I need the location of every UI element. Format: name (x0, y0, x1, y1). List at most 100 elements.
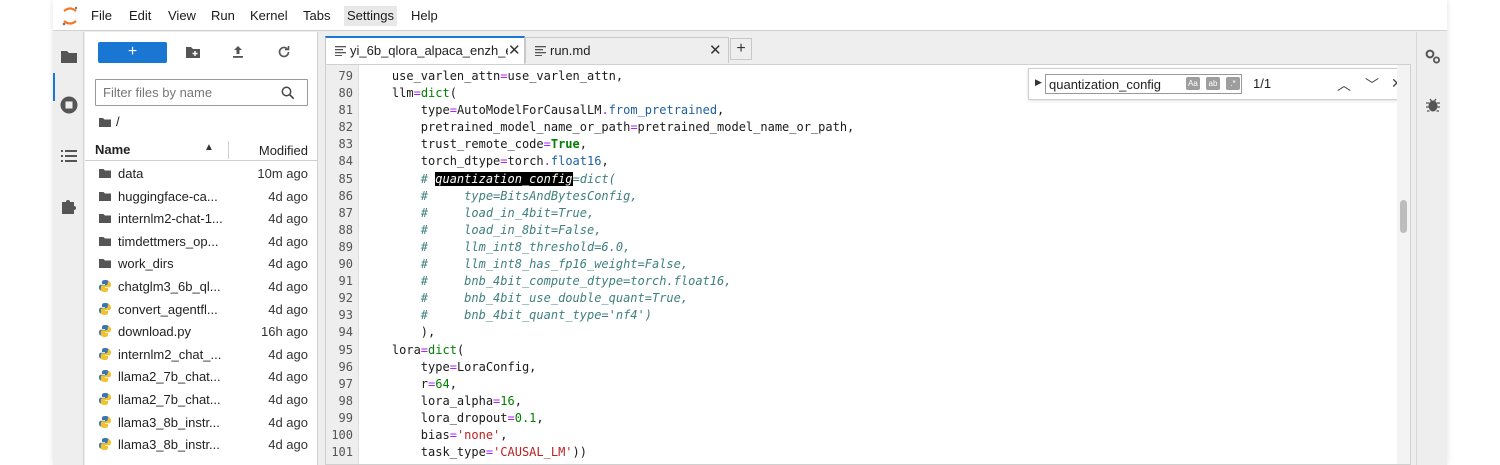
tab-label: yi_6b_qlora_alpaca_enzh_e (350, 43, 508, 58)
next-match-icon[interactable]: ﹀ (1365, 75, 1379, 95)
code-line[interactable]: 101 task_type='CAUSAL_LM')) (326, 444, 1396, 461)
refresh-icon[interactable] (275, 43, 293, 61)
home-folder-icon[interactable] (98, 116, 112, 128)
code-line[interactable]: 99 lora_dropout=0.1, (326, 410, 1396, 427)
extension-icon[interactable] (59, 196, 79, 216)
code-token: type (363, 103, 450, 118)
add-tab-button[interactable]: + (730, 38, 752, 60)
line-number: 83 (338, 137, 353, 152)
filter-input[interactable] (103, 85, 273, 100)
code-line[interactable]: 88 # load_in_8bit=False, (326, 222, 1396, 239)
menu-view[interactable]: View (165, 6, 199, 26)
file-list-item[interactable]: llama3_8b_instr... 4d ago (85, 433, 318, 456)
file-modified: 4d ago (268, 256, 308, 272)
code-line[interactable]: 84 torch_dtype=torch.float16, (326, 153, 1396, 170)
file-name: internlm2_chat_... (118, 346, 222, 362)
file-list-item[interactable]: llama2_7b_chat... 4d ago (85, 365, 318, 388)
code-line[interactable]: 96 type=LoraConfig, (326, 359, 1396, 376)
file-name: huggingface-ca... (118, 188, 218, 204)
code-token: , (514, 393, 522, 408)
menu-tabs[interactable]: Tabs (300, 6, 333, 26)
whole-word-icon[interactable]: ab (1206, 77, 1220, 90)
file-filter[interactable] (95, 79, 308, 106)
column-divider[interactable] (228, 141, 229, 159)
code-line[interactable]: 100 bias='none', (326, 427, 1396, 444)
code-editor[interactable]: 79 use_varlen_attn=use_varlen_attn, 80 ll… (325, 64, 1411, 465)
code-line[interactable]: 83 trust_remote_code=True, (326, 136, 1396, 153)
code-text: bias='none', (363, 427, 508, 444)
file-modified: 4d ago (268, 369, 308, 385)
close-tab-icon[interactable]: ✕ (709, 41, 722, 59)
breadcrumb: / (98, 114, 120, 129)
code-line[interactable]: 91 # bnb_4bit_compute_dtype=torch.float1… (326, 273, 1396, 290)
upload-icon[interactable] (229, 43, 247, 61)
menu-edit[interactable]: Edit (126, 6, 154, 26)
file-list-item[interactable]: internlm2_chat_... 4d ago (85, 343, 318, 366)
menu-help[interactable]: Help (408, 6, 441, 26)
file-list-item[interactable]: timdettmers_op... 4d ago (85, 230, 318, 253)
file-name: llama3_8b_instr... (118, 414, 220, 430)
file-list-item[interactable]: llama2_7b_chat... 4d ago (85, 388, 318, 411)
file-list-item[interactable]: data 10m ago (85, 162, 318, 185)
property-inspector-icon[interactable] (1424, 48, 1442, 66)
code-line[interactable]: 90 # llm_int8_has_fp16_weight=False, (326, 256, 1396, 273)
code-text: # load_in_4bit=True, (363, 205, 594, 222)
code-line[interactable]: 85 # quantization_config=dict( (326, 171, 1396, 188)
regex-icon[interactable]: .* (1226, 77, 1240, 90)
breadcrumb-path[interactable]: / (116, 114, 120, 129)
close-tab-icon[interactable]: ✕ (508, 41, 521, 59)
file-name: chatglm3_6b_ql... (118, 278, 221, 294)
code-line[interactable]: 95 lora=dict( (326, 342, 1396, 359)
code-line[interactable]: 87 # load_in_4bit=True, (326, 205, 1396, 222)
menu-run[interactable]: Run (208, 6, 238, 26)
previous-match-icon[interactable]: ︿ (1337, 75, 1351, 95)
window-frame-right (1447, 0, 1500, 465)
code-line[interactable]: 82 pretrained_model_name_or_path=pretrai… (326, 119, 1396, 136)
code-line[interactable]: 89 # llm_int8_threshold=6.0, (326, 239, 1396, 256)
new-launcher-button[interactable]: + (98, 42, 167, 63)
file-list-item[interactable]: llama3_8b_instr... 4d ago (85, 411, 318, 434)
menu-kernel[interactable]: Kernel (247, 6, 291, 26)
code-line[interactable]: 86 # type=BitsAndBytesConfig, (326, 188, 1396, 205)
tab-run-md[interactable]: run.md ✕ (525, 37, 729, 63)
sort-ascending-icon[interactable]: ▲ (204, 142, 214, 153)
expand-replace-icon[interactable]: ▶ (1035, 77, 1042, 88)
name-column-header[interactable]: Name (95, 142, 130, 157)
code-line[interactable]: 98 lora_alpha=16, (326, 393, 1396, 410)
scrollbar-thumb[interactable] (1400, 200, 1407, 233)
find-replace-widget: ▶ quantization_config Aa ab .* 1/1 ︿ ﹀ ✕ (1028, 68, 1404, 100)
file-name: llama2_7b_chat... (118, 369, 221, 385)
match-case-icon[interactable]: Aa (1186, 77, 1200, 90)
code-line[interactable]: 92 # bnb_4bit_use_double_quant=True, (326, 290, 1396, 307)
file-list-item[interactable]: download.py 16h ago (85, 320, 318, 343)
toc-icon[interactable] (59, 146, 79, 166)
python-file-icon (98, 369, 112, 383)
menu-settings[interactable]: Settings (344, 6, 397, 26)
file-list-item[interactable]: chatglm3_6b_ql... 4d ago (85, 275, 318, 298)
left-sidebar-tabs (53, 32, 84, 465)
code-token: # load_in_4bit=True, (363, 205, 595, 220)
file-list-item[interactable]: internlm2-chat-1... 4d ago (85, 207, 318, 230)
code-text: type=LoraConfig, (363, 359, 537, 376)
new-folder-icon[interactable] (184, 43, 202, 61)
file-list-item[interactable]: work_dirs 4d ago (85, 252, 318, 275)
vertical-scrollbar[interactable] (1397, 65, 1410, 464)
modified-column-header[interactable]: Modified (259, 143, 308, 158)
file-list-item[interactable]: huggingface-ca... 4d ago (85, 185, 318, 208)
folder-icon[interactable] (59, 46, 79, 66)
code-token: AutoModelForCausalLM (456, 103, 602, 118)
line-number: 94 (338, 325, 353, 340)
file-list-item[interactable]: convert_agentfl... 4d ago (85, 298, 318, 321)
code-line[interactable]: 93 # bnb_4bit_quant_type='nf4') (326, 307, 1396, 324)
code-text: pretrained_model_name_or_path=pretrained… (363, 119, 855, 136)
menu-file[interactable]: File (88, 6, 115, 26)
code-content[interactable]: 79 use_varlen_attn=use_varlen_attn, 80 ll… (326, 68, 1396, 461)
tab-config-file[interactable]: yi_6b_qlora_alpaca_enzh_e ✕ (325, 36, 525, 64)
code-token: task_type (363, 445, 486, 460)
code-line[interactable]: 94 ), (326, 324, 1396, 341)
markdown-file-icon (535, 46, 546, 56)
code-line[interactable]: 81 type=AutoModelForCausalLM.from_pretra… (326, 102, 1396, 119)
code-line[interactable]: 97 r=64, (326, 376, 1396, 393)
running-icon[interactable] (59, 95, 79, 115)
debugger-icon[interactable] (1424, 96, 1442, 114)
